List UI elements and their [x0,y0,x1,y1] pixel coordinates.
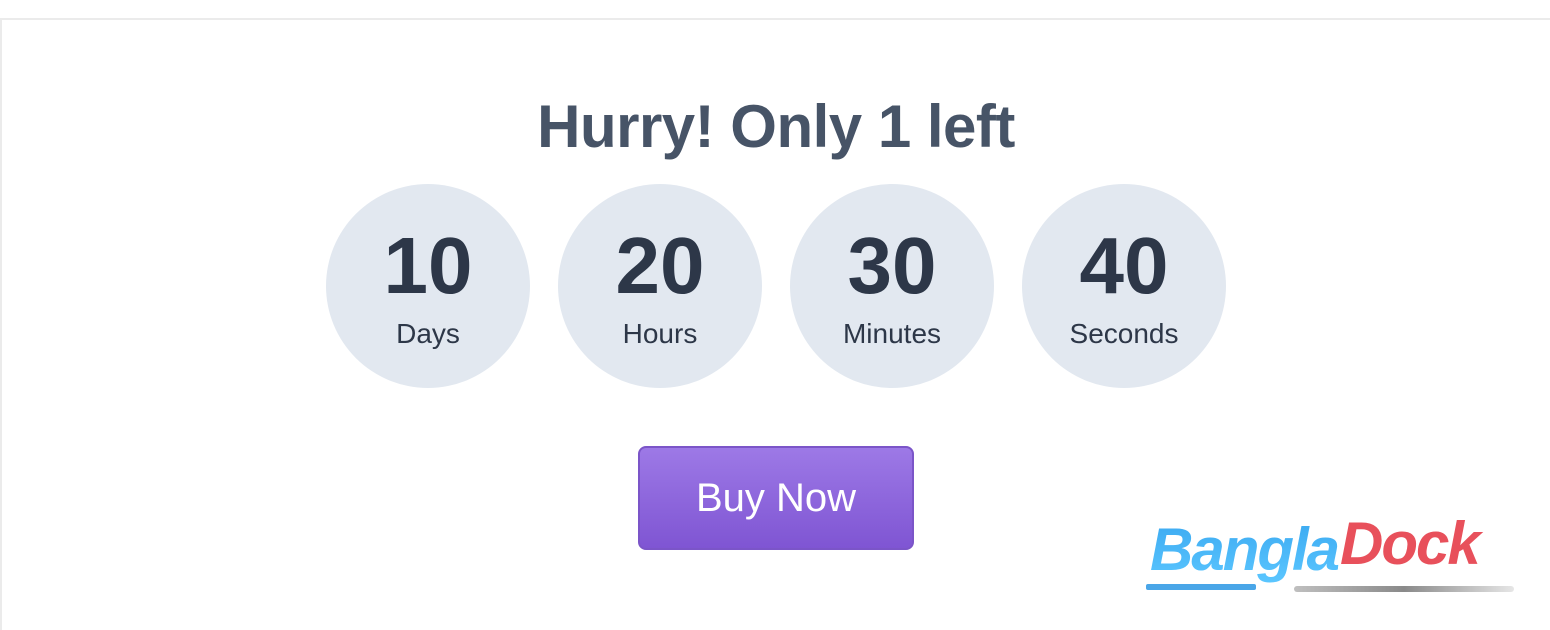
seconds-circle: 40 Seconds [1022,184,1226,388]
hours-circle: 20 Hours [558,184,762,388]
hours-label: Hours [622,318,698,349]
logo-part-dock: Dock [1340,510,1483,577]
logo-underline-blue [1146,584,1256,590]
days-value: 10 [383,221,473,310]
seconds-label: Seconds [1069,318,1179,349]
hours-value: 20 [615,221,705,310]
headline: Hurry! Only 1 left [537,93,1015,160]
minutes-label: Minutes [842,318,942,349]
seconds-value: 40 [1079,221,1169,310]
logo-part-bangla: Bangla [1150,516,1339,583]
days-label: Days [396,318,460,349]
minutes-circle: 30 Minutes [790,184,994,388]
buy-now-button[interactable]: Buy Now [638,446,914,550]
bangladock-watermark-logo: Bangla Dock [1146,510,1514,592]
days-circle: 10 Days [326,184,530,388]
minutes-value: 30 [847,221,937,310]
logo-underline-grey [1294,586,1514,592]
